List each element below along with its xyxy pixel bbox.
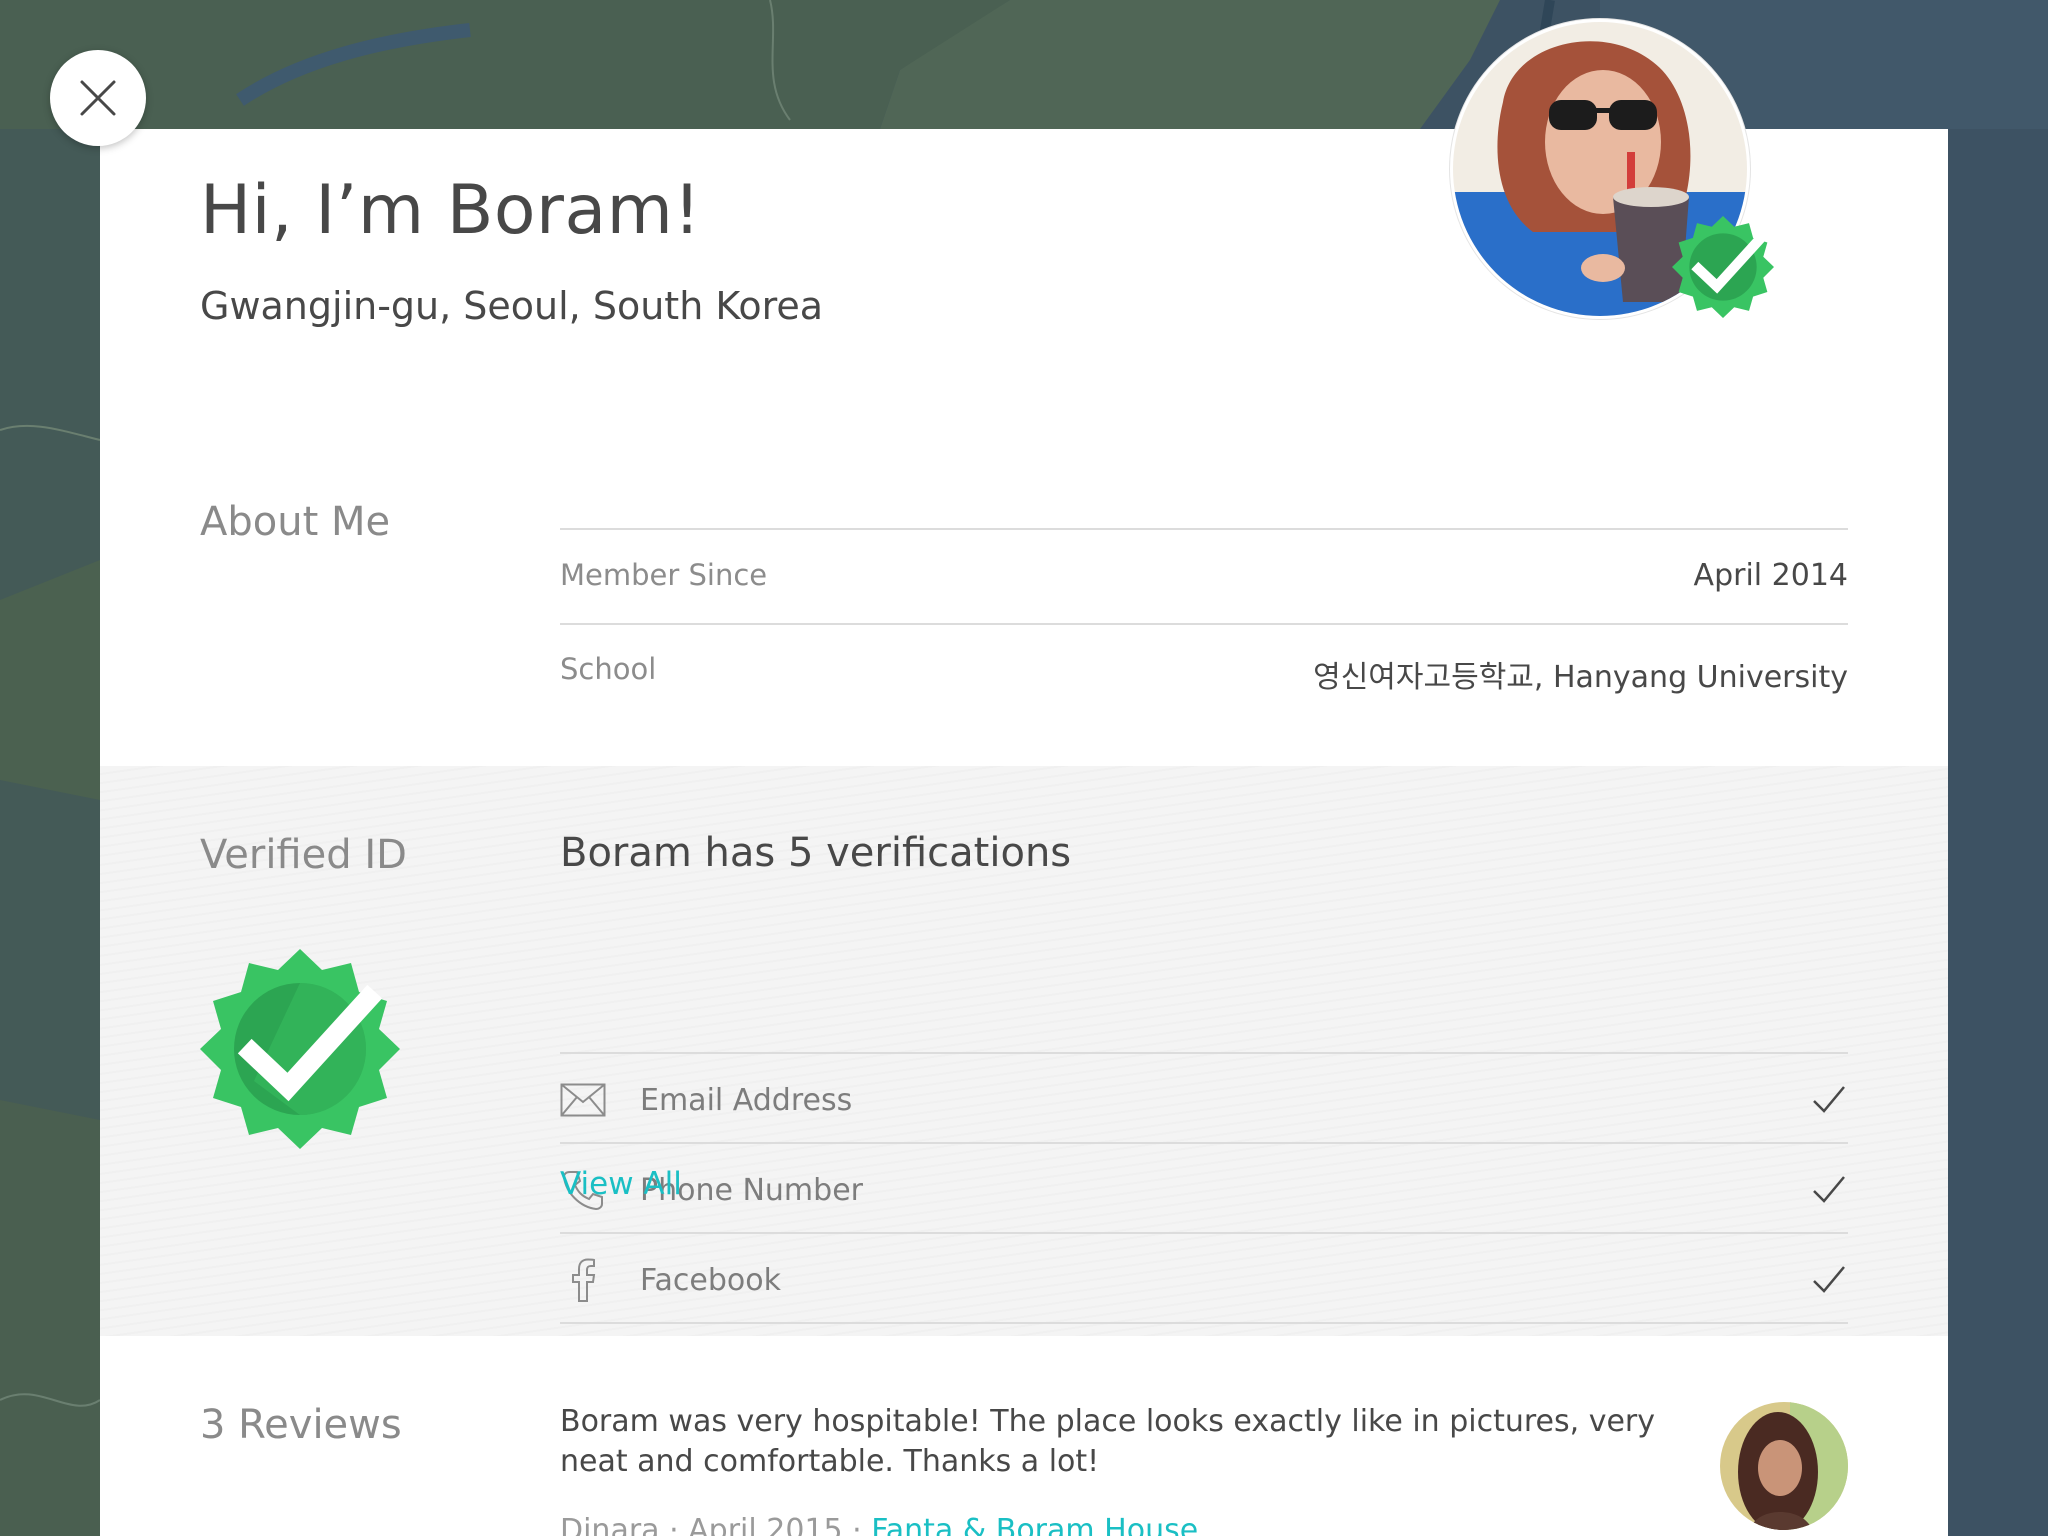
reviewer-avatar[interactable] — [1720, 1402, 1848, 1530]
checkmark-icon — [1813, 1086, 1845, 1113]
verification-email[interactable]: Email Address — [560, 1056, 1848, 1144]
member-since-label: Member Since — [560, 558, 768, 592]
verification-facebook[interactable]: Facebook — [560, 1236, 1848, 1324]
review-author-date: Dinara · April 2015 · — [560, 1513, 872, 1536]
view-all-link[interactable]: View All — [560, 1166, 682, 1202]
review-text: Boram was very hospitable! The place loo… — [560, 1404, 1655, 1479]
close-icon — [80, 80, 116, 116]
profile-location: Gwangjin-gu, Seoul, South Korea — [200, 284, 824, 328]
verified-id-section: Verified ID Boram has 5 verifications Em… — [100, 766, 1948, 1336]
profile-avatar[interactable] — [1450, 19, 1774, 319]
member-since-value: April 2014 — [1693, 558, 1848, 593]
divider — [560, 528, 1848, 530]
divider — [560, 1142, 1848, 1144]
envelope-icon — [560, 1077, 606, 1123]
verification-label: Email Address — [640, 1082, 853, 1118]
school-value: 영신여자고등학교, Hanyang University — [1313, 660, 1848, 695]
profile-card: Hi, I’m Boram! Gwangjin-gu, Seoul, South… — [100, 129, 1948, 1536]
divider — [560, 1052, 1848, 1054]
about-me-title: About Me — [200, 499, 391, 545]
verification-count: Boram has 5 verifications — [560, 830, 1072, 876]
divider — [560, 1322, 1848, 1324]
verification-label: Facebook — [640, 1262, 781, 1298]
verification-label: Phone Number — [640, 1172, 863, 1208]
school-label: School — [560, 652, 657, 686]
facebook-icon — [560, 1257, 606, 1303]
reviews-title: 3 Reviews — [200, 1402, 402, 1448]
review-meta: Dinara · April 2015 · Fanta & Boram Hous… — [560, 1513, 1198, 1536]
verified-badge-icon — [1672, 216, 1774, 318]
verified-badge-icon — [200, 949, 400, 1149]
profile-greeting: Hi, I’m Boram! — [200, 171, 702, 250]
review-listing-link[interactable]: Fanta & Boram House — [871, 1513, 1198, 1536]
checkmark-icon — [1813, 1266, 1845, 1293]
checkmark-icon — [1813, 1176, 1845, 1203]
verification-phone[interactable]: Phone Number — [560, 1146, 1848, 1234]
divider — [560, 623, 1848, 625]
close-button[interactable] — [50, 50, 146, 146]
divider — [560, 1232, 1848, 1234]
verified-id-title: Verified ID — [200, 832, 407, 878]
